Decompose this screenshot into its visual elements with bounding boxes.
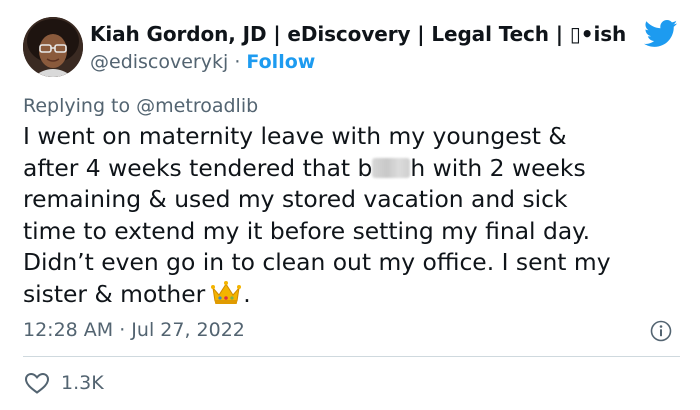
separator-dot: · xyxy=(234,51,241,73)
reply-context: Replying to @metroadlib xyxy=(23,95,258,117)
heart-icon xyxy=(24,372,50,394)
twitter-bird-icon[interactable] xyxy=(644,20,678,48)
author-meta: @ediscoverykj · Follow xyxy=(90,51,315,73)
tweet-line-part: . xyxy=(243,279,251,308)
tweet-line-part: h with 2 weeks xyxy=(410,153,586,182)
censored-word xyxy=(372,157,411,178)
avatar[interactable] xyxy=(23,17,83,77)
tweet-card: Kiah Gordon, JD | eDiscovery | Legal Tec… xyxy=(0,0,700,410)
reply-target-link[interactable]: @metroadlib xyxy=(136,95,258,117)
author-name[interactable]: Kiah Gordon, JD | eDiscovery | Legal Tec… xyxy=(90,22,626,46)
info-icon[interactable] xyxy=(650,320,672,342)
tweet-line: remaining & used my stored vacation and … xyxy=(23,185,568,213)
reply-prefix: Replying to xyxy=(23,95,131,117)
like-count: 1.3K xyxy=(61,372,104,394)
tweet-line: after 4 weeks tendered that b h with 2 we… xyxy=(23,153,683,185)
tweet-line-part: sister & mother xyxy=(23,279,206,308)
follow-button[interactable]: Follow xyxy=(246,51,315,73)
tweet-line-part: after 4 weeks tendered that b xyxy=(23,153,373,182)
tweet-line: Didn’t even go in to clean out my office… xyxy=(23,248,611,276)
tweet-line: I went on maternity leave with my younge… xyxy=(23,122,567,150)
author-handle[interactable]: @ediscoverykj xyxy=(90,51,228,73)
avatar-image xyxy=(23,17,83,77)
like-button[interactable]: 1.3K xyxy=(24,370,104,396)
tweet-text: I went on maternity leave with my younge… xyxy=(23,121,683,310)
divider xyxy=(23,356,680,357)
tweet-line: sister & mother . xyxy=(23,279,683,311)
tweet-timestamp[interactable]: 12:28 AM · Jul 27, 2022 xyxy=(23,319,245,341)
crown-emoji xyxy=(211,280,242,304)
tweet-line: time to extend my it before setting my f… xyxy=(23,216,591,245)
